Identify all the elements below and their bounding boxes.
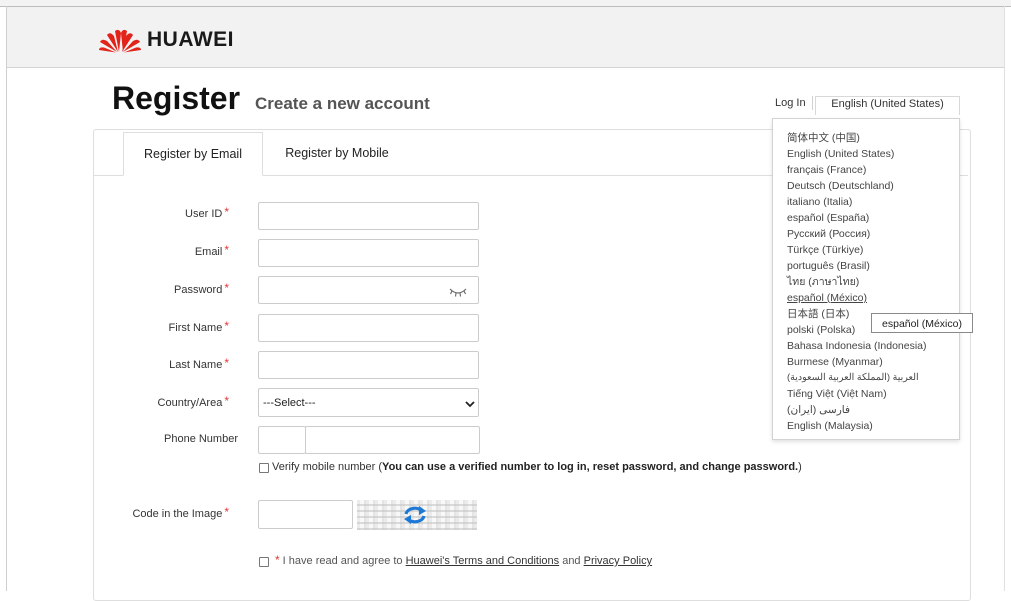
language-option[interactable]: Русский (Россия) — [787, 226, 959, 242]
brand-name: HUAWEI — [147, 28, 234, 51]
phone-number-input[interactable] — [305, 426, 480, 454]
language-option[interactable]: Burmese (Myanmar) — [787, 354, 959, 370]
email-label: Email * — [194, 243, 229, 258]
email-input[interactable] — [258, 239, 479, 267]
password-input[interactable] — [258, 276, 479, 304]
browser-frame-right — [1004, 6, 1005, 591]
language-menu: 简体中文 (中国) English (United States) frança… — [772, 118, 960, 440]
refresh-icon[interactable] — [402, 504, 428, 526]
user-id-label: User ID * — [185, 205, 229, 220]
language-option[interactable]: فارسی (ایران) — [787, 402, 959, 418]
country-label: Country/Area * — [157, 394, 229, 409]
agreement-checkbox[interactable] — [259, 557, 269, 567]
tab-register-by-email[interactable]: Register by Email — [123, 132, 263, 176]
header-separator — [812, 96, 813, 110]
browser-frame-left — [6, 6, 7, 591]
browser-frame-top — [0, 0, 1011, 7]
user-id-input[interactable] — [258, 202, 479, 230]
language-option[interactable]: Türkçe (Türkiye) — [787, 242, 959, 258]
eye-closed-icon[interactable] — [449, 284, 467, 298]
captcha-input[interactable] — [258, 500, 353, 529]
first-name-input[interactable] — [258, 314, 479, 342]
language-option[interactable]: español (España) — [787, 210, 959, 226]
last-name-label: Last Name * — [169, 356, 229, 371]
language-option[interactable]: Deutsch (Deutschland) — [787, 178, 959, 194]
password-label: Password * — [174, 281, 229, 296]
chevron-down-icon — [465, 401, 475, 408]
language-option[interactable]: français (France) — [787, 162, 959, 178]
login-link[interactable]: Log In — [775, 97, 806, 109]
huawei-logo[interactable]: HUAWEI — [98, 25, 234, 55]
agreement-text: * I have read and agree to Huawei's Terms… — [275, 553, 653, 567]
page-title: Register — [112, 80, 241, 116]
site-header: HUAWEI — [7, 7, 1004, 68]
first-name-label: First Name * — [168, 319, 229, 334]
verify-mobile-note: Verify mobile number (You can use a veri… — [272, 461, 802, 473]
language-option[interactable]: English (Malaysia) — [787, 418, 959, 434]
tab-register-by-mobile[interactable]: Register by Mobile — [272, 132, 402, 175]
terms-link[interactable]: Huawei's Terms and Conditions — [406, 555, 560, 567]
language-option[interactable]: Tiếng Việt (Việt Nam) — [787, 386, 959, 402]
language-option[interactable]: português (Brasil) — [787, 258, 959, 274]
captcha-label: Code in the Image * — [132, 505, 229, 520]
language-option[interactable]: Bahasa Indonesia (Indonesia) — [787, 338, 959, 354]
language-selector[interactable]: English (United States) — [815, 96, 960, 115]
language-option[interactable]: italiano (Italia) — [787, 194, 959, 210]
language-option[interactable]: 简体中文 (中国) — [787, 130, 959, 146]
last-name-input[interactable] — [258, 351, 479, 379]
language-option-hovered[interactable]: español (México) — [787, 290, 959, 306]
language-option[interactable]: ไทย (ภาษาไทย) — [787, 274, 959, 290]
page-subtitle: Create a new account — [255, 94, 430, 113]
country-select-value: ---Select--- — [263, 397, 316, 409]
phone-label: Phone Number — [164, 433, 238, 445]
verify-mobile-checkbox[interactable] — [259, 463, 269, 473]
phone-code-input[interactable] — [258, 426, 306, 454]
language-option[interactable]: العربية (المملكة العربية السعودية) — [787, 370, 959, 386]
language-tooltip: español (México) — [871, 313, 973, 333]
huawei-petal-logo-icon — [99, 29, 141, 53]
language-option[interactable]: English (United States) — [787, 146, 959, 162]
privacy-link[interactable]: Privacy Policy — [584, 555, 652, 567]
